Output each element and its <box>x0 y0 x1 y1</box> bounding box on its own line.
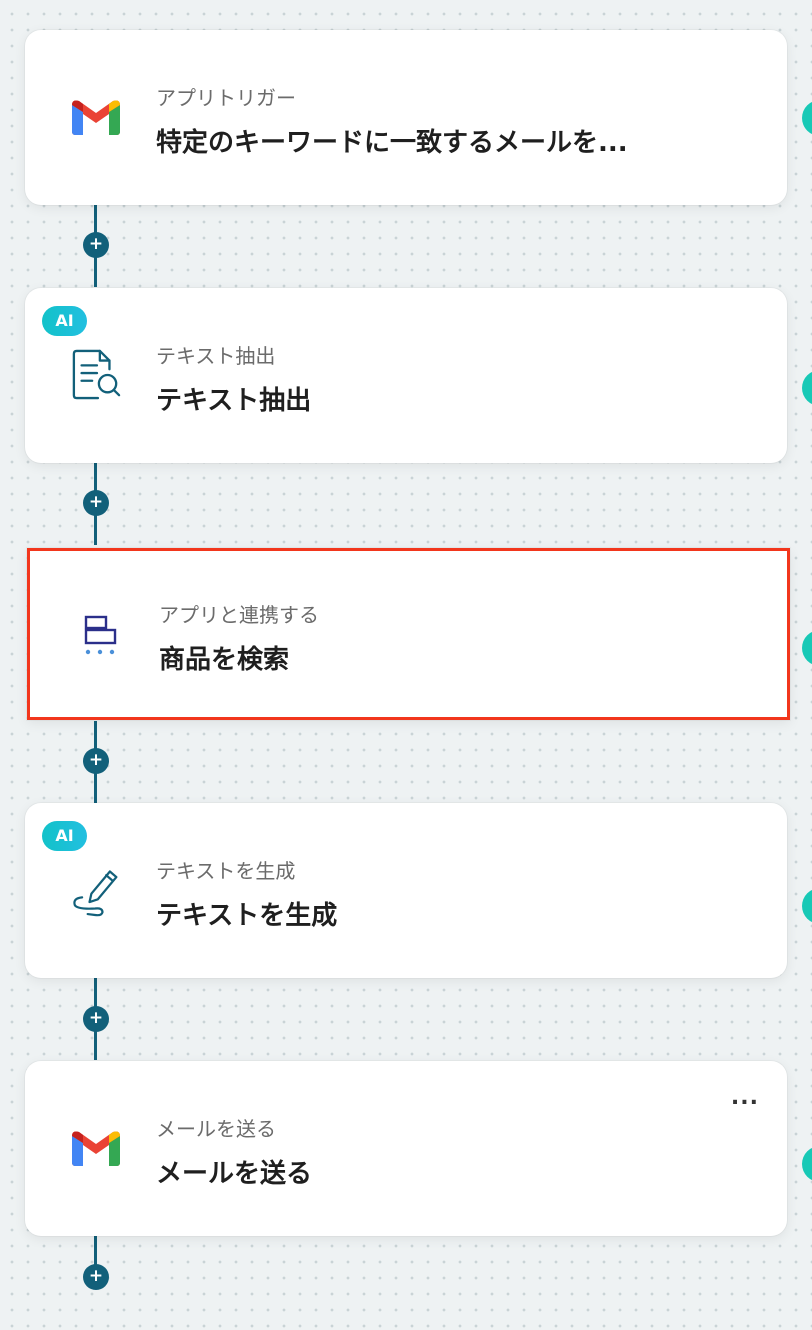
more-options-icon[interactable]: ... <box>731 1085 759 1110</box>
flow-step-card[interactable]: アプリトリガー 特定のキーワードに一致するメールを... <box>25 30 787 205</box>
flow-step-card[interactable]: AI テキスト抽出 テキスト抽出 <box>25 288 787 463</box>
edge-handle[interactable] <box>802 1146 812 1182</box>
step-title: テキスト抽出 <box>156 386 312 416</box>
step-subtitle: メールを送る <box>156 1117 276 1141</box>
step-subtitle: アプリトリガー <box>156 86 296 110</box>
step-title: 商品を検索 <box>159 645 290 675</box>
step-subtitle: テキスト抽出 <box>156 344 276 368</box>
gmail-icon <box>71 92 121 142</box>
pen-line-icon <box>71 865 121 917</box>
shop-cart-icon <box>74 609 124 659</box>
add-step-button[interactable]: + <box>83 1006 109 1032</box>
step-subtitle: アプリと連携する <box>159 603 319 627</box>
step-title: 特定のキーワードに一致するメールを... <box>156 128 628 158</box>
step-title: テキストを生成 <box>156 901 338 931</box>
flow-step-card[interactable]: AI テキストを生成 テキストを生成 <box>25 803 787 978</box>
step-subtitle: テキストを生成 <box>156 859 296 883</box>
edge-handle[interactable] <box>802 370 812 406</box>
add-step-button[interactable]: + <box>83 748 109 774</box>
edge-handle[interactable] <box>802 630 812 666</box>
step-title: メールを送る <box>156 1159 313 1189</box>
add-step-button[interactable]: + <box>83 490 109 516</box>
ai-badge: AI <box>42 306 87 336</box>
flow-step-card-selected[interactable]: アプリと連携する 商品を検索 <box>27 548 790 720</box>
edge-handle[interactable] <box>802 100 812 136</box>
document-search-icon <box>71 349 121 400</box>
add-step-button[interactable]: + <box>83 1264 109 1290</box>
gmail-icon <box>71 1123 121 1173</box>
edge-handle[interactable] <box>802 888 812 924</box>
ai-badge: AI <box>42 821 87 851</box>
add-step-button[interactable]: + <box>83 232 109 258</box>
flow-step-card[interactable]: ... メールを送る メールを送る <box>25 1061 787 1236</box>
